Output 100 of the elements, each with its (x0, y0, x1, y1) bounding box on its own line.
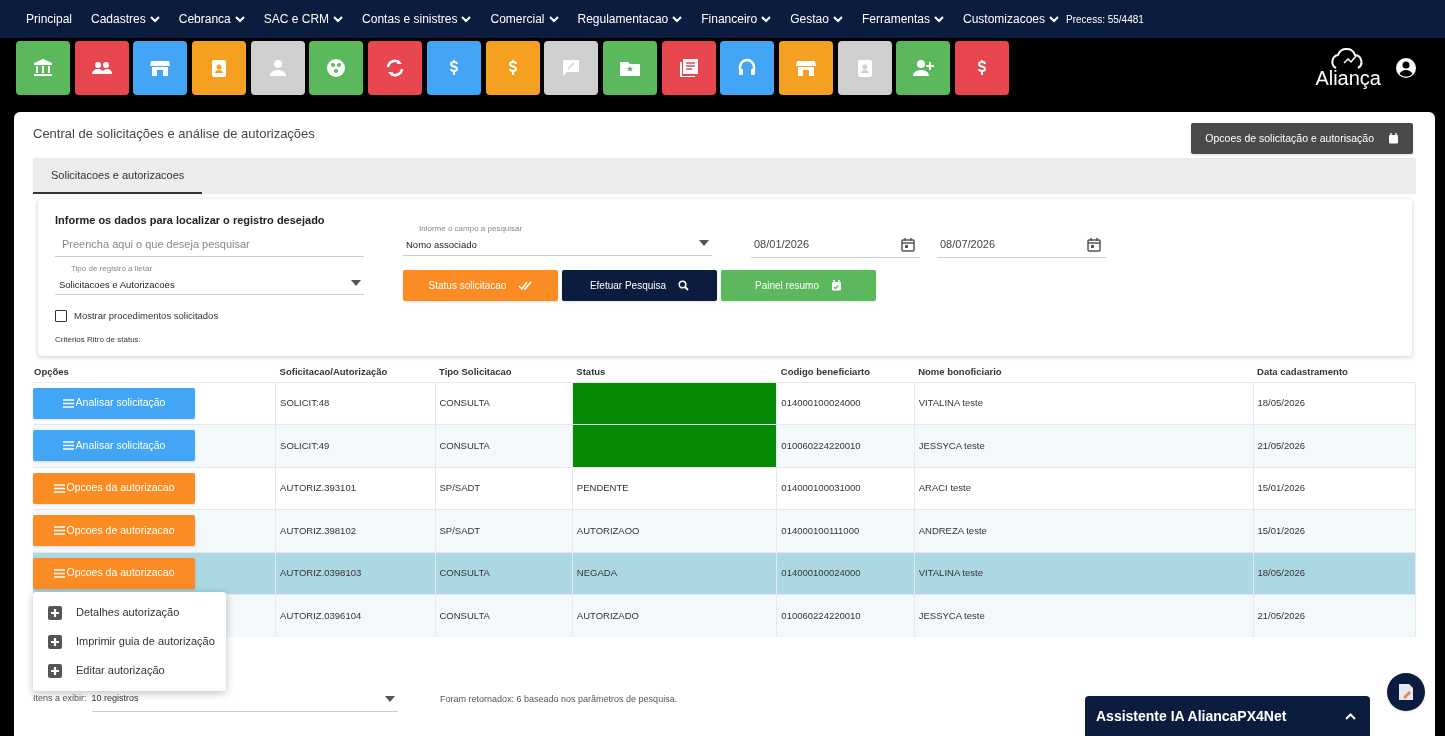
nav-menu-item[interactable]: Ferramentas (861, 10, 944, 28)
app-tile-button[interactable] (661, 40, 716, 95)
search-field[interactable]: Preencha aqui o que deseja pesquisar (55, 231, 364, 257)
nav-menu-item[interactable]: Financeiro (701, 10, 772, 28)
menu-item[interactable]: Editar autorização (33, 656, 226, 685)
dropdown-arrow-icon (699, 240, 709, 246)
document-icon (1398, 683, 1414, 701)
plus-square-icon (48, 605, 62, 620)
nav-menu-item[interactable]: SAC e CRM (263, 10, 344, 28)
table-cell: SP/SADT (439, 524, 481, 536)
app-tile-button[interactable] (955, 40, 1009, 95)
table-cell: CONSULTA (439, 439, 490, 451)
column-header: Opções (34, 365, 69, 377)
date-field[interactable]: 08/07/2026 (937, 232, 1106, 258)
table-cell: 014000100024000 (781, 397, 861, 409)
table-cell: CONSULTA (439, 397, 490, 409)
tab[interactable]: Solicitacoes e autorizacoes (33, 158, 203, 194)
nav-menu-item[interactable]: Principal (26, 10, 73, 28)
app-tile-button[interactable] (896, 40, 951, 95)
calendar-icon[interactable] (900, 236, 916, 253)
menu-item[interactable]: Detalhes autorização (33, 598, 226, 627)
nav-menu-item[interactable]: Regulamentacao (577, 10, 683, 28)
column-header: Codigo beneficiarto (780, 365, 871, 377)
table-cell: 15/01/2026 (1257, 482, 1306, 494)
search-icon (678, 280, 690, 291)
app-tile-button[interactable] (133, 40, 188, 95)
app-tile-button[interactable] (309, 40, 364, 95)
app-tile-button[interactable] (16, 40, 70, 95)
table-cell: CONSULTA (439, 567, 490, 579)
date-field[interactable]: 08/01/2026 (751, 232, 920, 258)
dropdown-arrow-icon (351, 280, 361, 286)
table-row[interactable]: Opcoes de autorizacao AUTORIZ.398102 SP/SADT AUTORIZAOO 014000100111000 ANDREZA teste 15/01/2026 (33, 509, 1416, 552)
options-button[interactable]: Opcoes de solicitação e autorisação (1191, 123, 1413, 154)
logo: Aliança (1315, 47, 1381, 88)
list-icon (53, 483, 65, 493)
calendar-check-icon (830, 280, 842, 291)
plus-square-icon (48, 634, 62, 649)
table-row[interactable]: Analisar solicitação SOLICIT:49 CONSULTA 010060224220010 JESSYCA teste 21/05/2026 (33, 424, 1416, 467)
app-tile-button[interactable] (368, 40, 423, 95)
table-cell: AUTORIZ.0396104 (280, 609, 362, 621)
search-button[interactable]: Efetuar Pesquisa (562, 270, 717, 301)
nav-menu-item[interactable]: Cadastres (91, 10, 160, 28)
app-tile-button[interactable] (485, 40, 540, 95)
table-cell: 15/01/2026 (1257, 524, 1306, 536)
table-row[interactable]: Opcoes da autorizacao AUTORIZ.0398103 CONSULTA NEGADA 014000100024000 VITALINA teste 18/05/2026 (33, 552, 1416, 595)
table-cell: SOLICIT:48 (280, 397, 330, 409)
table-cell: AUTORIZ.0398103 (280, 567, 362, 579)
app-tile-button[interactable] (250, 40, 305, 95)
app-tile-button[interactable] (778, 40, 833, 95)
table-cell: 18/05/2026 (1257, 567, 1306, 579)
app-tile-button[interactable] (720, 40, 775, 95)
nav-menu-item[interactable]: Cebranca (178, 10, 245, 28)
table-cell: VITALINA teste (918, 567, 983, 579)
app-tile-button[interactable] (192, 40, 247, 95)
app-tile-button[interactable] (837, 40, 892, 95)
table-cell: SP/SADT (439, 482, 481, 494)
table-cell: AUTORIZADO (576, 609, 639, 621)
table-cell: 010060224220010 (781, 439, 861, 451)
nav-menu-item[interactable]: Comercial (490, 10, 559, 28)
app-tile-button[interactable] (602, 40, 657, 95)
column-header: Soficitacao/Autorização (279, 365, 388, 377)
result-summary: Foram retornadox: 6 baseado nos parâmetros de pesquisa. (440, 693, 678, 706)
type-select[interactable]: Tipo de regisiro a lietar Solicitacoes e Autorizacoes (55, 261, 364, 295)
table-cell: SOLICIT:49 (280, 439, 330, 451)
plus-square-icon (48, 663, 62, 678)
table-cell: PENDENTE (576, 482, 629, 494)
calendar-icon (1388, 133, 1399, 144)
list-icon (62, 398, 74, 408)
table-cell: 21/05/2026 (1257, 439, 1306, 451)
table-cell: ARACI teste (918, 482, 971, 494)
table-cell: ANDREZA teste (918, 524, 987, 536)
table-cell: 18/05/2026 (1257, 397, 1306, 409)
process-counter: Precess: 55/4481 (1066, 12, 1144, 27)
dollar-icon (977, 59, 987, 76)
table-cell: 014000100024000 (781, 567, 861, 579)
list-icon (53, 526, 65, 536)
app-tile-button[interactable] (74, 40, 129, 95)
field-select[interactable]: Inlorme o campo a pesquisar Nomo associado (403, 221, 712, 256)
assistant-bar[interactable]: Assistente IA AliancaPX4Net (1085, 696, 1370, 736)
calendar-icon[interactable] (1086, 236, 1102, 253)
double-check-icon (518, 280, 533, 291)
app-tile-button[interactable] (544, 40, 599, 95)
dollar-icon (448, 59, 459, 76)
nav-menu-item[interactable]: Customizacoes (963, 10, 1060, 28)
dollar-icon (507, 59, 518, 76)
app-tile-button[interactable] (426, 40, 481, 95)
checkbox[interactable] (55, 310, 67, 323)
table-cell: 21/05/2026 (1257, 609, 1306, 621)
chevron-up-icon (1345, 712, 1356, 720)
table-cell: VITALINA teste (918, 397, 983, 409)
table-cell: AUTORIZ.398102 (280, 524, 356, 536)
nav-menu-item[interactable]: Gestao (790, 10, 843, 28)
status-criteria-label: Criterios Ritro de status: (55, 334, 141, 346)
nav-menu-item[interactable]: Contas e sinistres (362, 10, 472, 28)
table-cell: CONSULTA (439, 609, 490, 621)
account-icon[interactable] (1395, 56, 1417, 79)
table-row[interactable]: Analisar solicitação SOLICIT:48 CONSULTA 014000100024000 VITALINA teste 18/05/2026 (33, 382, 1416, 425)
table-row[interactable]: Opcoes da autorizacao AUTORIZ.393101 SP/SADT PENDENTE 014000100031000 ARACI teste 15/01/2026 (33, 467, 1416, 510)
table-cell: AUTORIZAOO (576, 524, 640, 536)
column-header: Status (576, 365, 606, 377)
